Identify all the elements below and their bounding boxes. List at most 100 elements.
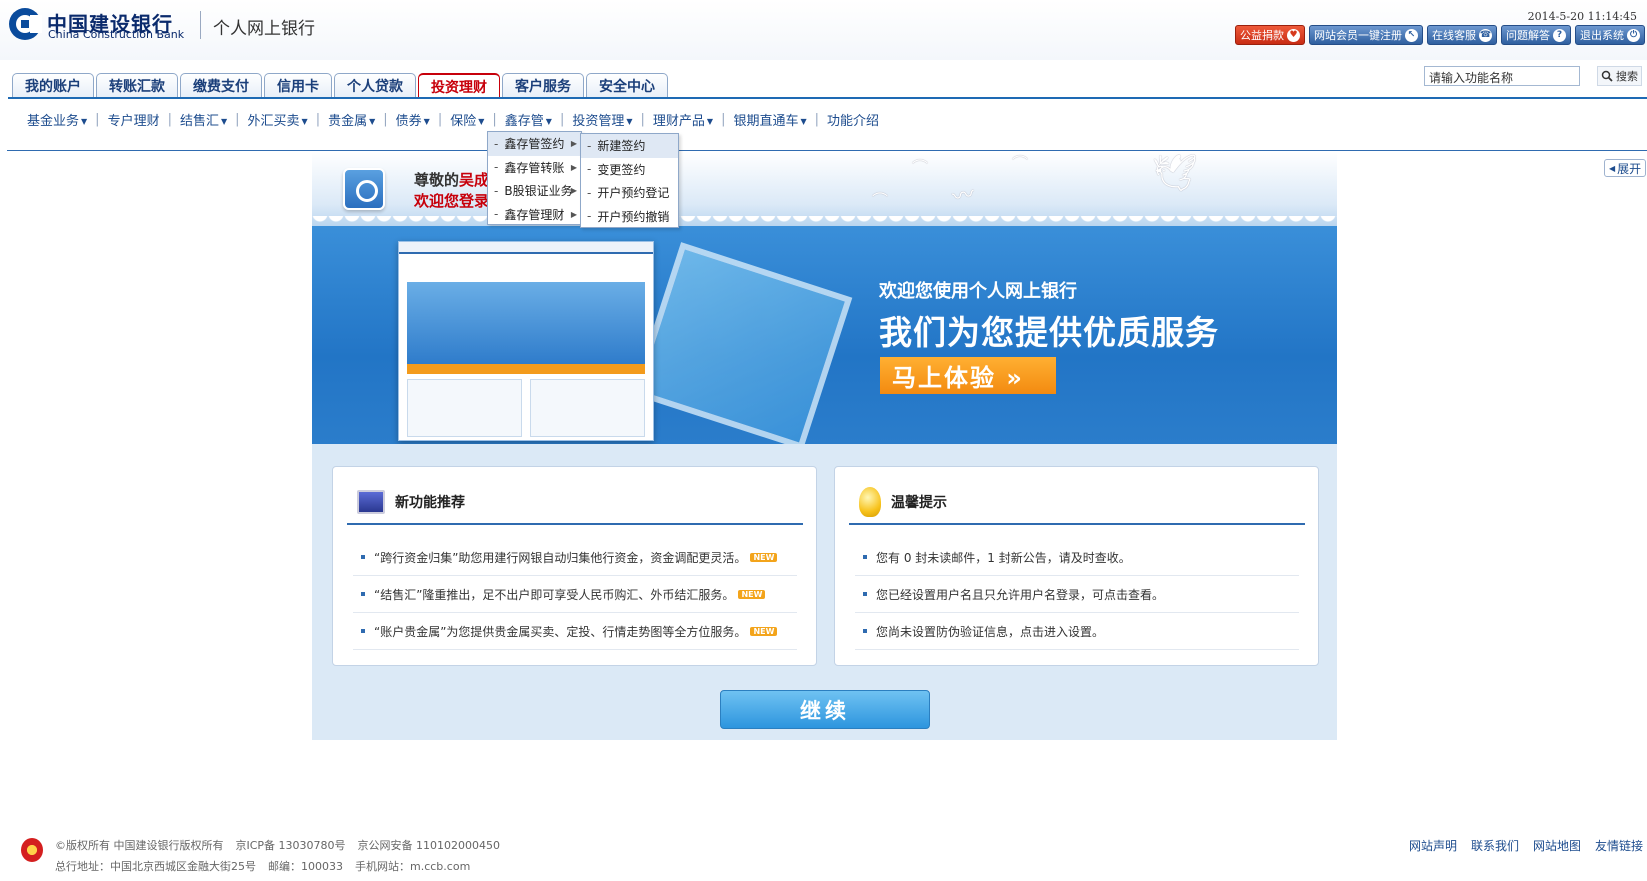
seagull-icon: 〰: [950, 182, 977, 211]
menu-item-b-share[interactable]: - B股银证业务 ▶: [488, 179, 581, 203]
footer-link-friends[interactable]: 友情链接: [1595, 837, 1643, 854]
list-item[interactable]: “账户贵金属”为您提供贵金属买卖、定投、行情走势图等全方位服务。 NEW: [353, 613, 797, 650]
bank-name-en: China Construction Bank: [48, 28, 185, 41]
subnav-fund[interactable]: 基金业务 ▼: [27, 110, 95, 129]
function-search-input[interactable]: 请输入功能名称: [1424, 66, 1580, 86]
cursor-icon: ↖: [1405, 28, 1418, 42]
menu-item-appointment-register[interactable]: - 开户预约登记: [581, 181, 678, 205]
new-badge: NEW: [738, 589, 766, 599]
expand-button[interactable]: ◀ 展开: [1604, 159, 1647, 177]
new-badge: NEW: [750, 626, 778, 636]
continue-button[interactable]: 继续: [720, 690, 930, 729]
subnav-insurance[interactable]: 保险 ▼: [450, 110, 492, 129]
footer-copyright: ©版权所有 中国建设银行版权所有 京ICP备 13030780号 京公网安备 110…: [55, 839, 501, 852]
footer-address: 总行地址：中国北京西城区金融大街25号 邮编：100033 手机网站：m.ccb.c…: [55, 860, 471, 873]
tab-personal-loan[interactable]: 个人贷款: [334, 73, 416, 98]
list-item[interactable]: “结售汇”隆重推出，足不出户即可享受人民币购汇、外币结汇服务。 NEW: [353, 576, 797, 613]
expand-label: 展开: [1617, 161, 1642, 176]
subnav-fx-settlement[interactable]: 结售汇 ▼: [180, 110, 235, 129]
list-item[interactable]: 您尚未设置防伪验证信息，点击进入设置。: [855, 613, 1299, 650]
tab-investment[interactable]: 投资理财: [418, 73, 500, 98]
chevron-left-icon: ◀: [1609, 163, 1616, 173]
try-now-button[interactable]: 马上体验 »: [880, 357, 1056, 394]
menu-item-change-signing[interactable]: - 变更签约: [581, 158, 678, 182]
tab-payment[interactable]: 缴费支付: [180, 73, 262, 98]
new-features-list: “跨行资金归集”助您用建行网银自动归集他行资金，资金调配更灵活。 NEW “结售汇…: [353, 539, 797, 650]
list-item[interactable]: 您有 0 封未读邮件，1 封新公告，请及时查收。: [855, 539, 1299, 576]
top-link-label: 问题解答: [1506, 29, 1550, 42]
menu-item-new-signing[interactable]: - 新建签约: [581, 134, 678, 158]
top-link-label: 在线客服: [1432, 29, 1476, 42]
faq-button[interactable]: 问题解答 ?: [1501, 25, 1571, 45]
subnav-futures-express[interactable]: 银期直通车 ▼: [733, 110, 814, 129]
main-tabs: 我的账户 转账汇款 缴费支付 信用卡 个人贷款 投资理财 客户服务 安全中心: [12, 73, 668, 98]
menu-item-signing[interactable]: - 鑫存管签约 ▶: [488, 132, 581, 156]
footer-link-contact[interactable]: 联系我们: [1471, 837, 1519, 854]
power-icon: ⏻: [1627, 28, 1640, 42]
card-title: 温馨提示: [891, 495, 947, 511]
chevron-right-icon: ▶: [570, 139, 577, 149]
tab-transfer[interactable]: 转账汇款: [96, 73, 178, 98]
online-service-button[interactable]: 在线客服 ☎: [1427, 25, 1497, 45]
promo-banner[interactable]: 欢迎您使用个人网上银行 我们为您提供优质服务 马上体验 »: [312, 226, 1337, 444]
search-icon: [1601, 70, 1613, 82]
list-item[interactable]: “跨行资金归集”助您用建行网银自动归集他行资金，资金调配更灵活。 NEW: [353, 539, 797, 576]
subnav-xincunguan[interactable]: 鑫存管 ▼: [505, 110, 560, 129]
card-header: 温馨提示: [849, 481, 1305, 525]
footer-link-sitemap[interactable]: 网站地图: [1533, 837, 1581, 854]
tab-my-account[interactable]: 我的账户: [12, 73, 94, 98]
search-button-label: 搜索: [1616, 70, 1638, 83]
question-icon: ?: [1553, 28, 1566, 42]
tips-card: 温馨提示 您有 0 封未读邮件，1 封新公告，请及时查收。 您已经设置用户名且只…: [834, 466, 1319, 666]
subnav-bonds[interactable]: 债券 ▼: [396, 110, 438, 129]
monitor-icon: [357, 490, 385, 514]
top-link-label: 网站会员一键注册: [1314, 29, 1402, 42]
bank-card-icon: [343, 168, 385, 210]
site-subtitle: 个人网上银行: [213, 19, 315, 39]
banner-welcome-text: 欢迎您使用个人网上银行: [879, 281, 1077, 302]
subnav-precious-metal[interactable]: 贵金属 ▼: [328, 110, 383, 129]
seagull-icon: ⌒: [912, 158, 929, 177]
menu-item-transfer[interactable]: - 鑫存管转账 ▶: [488, 156, 581, 180]
greeting-line1: 尊敬的吴成: [414, 171, 490, 189]
seagull-icon: 🕊: [1152, 153, 1198, 194]
member-register-button[interactable]: 网站会员一键注册 ↖: [1309, 25, 1423, 45]
ccb-logo-icon: [9, 8, 42, 40]
logout-button[interactable]: 退出系统 ⏻: [1575, 25, 1645, 45]
top-link-label: 公益捐款: [1240, 29, 1284, 42]
subnav-wealth-products[interactable]: 理财产品 ▼: [653, 110, 721, 129]
card-title: 新功能推荐: [395, 495, 465, 511]
card-header: 新功能推荐: [347, 481, 803, 525]
menu-item-finance[interactable]: - 鑫存管理财 ▶: [488, 203, 581, 227]
tab-security-center[interactable]: 安全中心: [586, 73, 668, 98]
top-link-label: 退出系统: [1580, 29, 1624, 42]
new-features-card: 新功能推荐 “跨行资金归集”助您用建行网银自动归集他行资金，资金调配更灵活。 NE…: [332, 466, 817, 666]
banner-headline: 我们为您提供优质服务: [879, 313, 1219, 352]
headset-icon: ☎: [1479, 28, 1492, 42]
tab-customer-service[interactable]: 客户服务: [502, 73, 584, 98]
chevron-right-icon: ▶: [570, 209, 577, 219]
police-emblem-icon: [21, 838, 43, 862]
subnav-fx-trading[interactable]: 外汇买卖 ▼: [248, 110, 316, 129]
charity-donation-button[interactable]: 公益捐款 ♥: [1235, 25, 1305, 45]
subnav-underline: [7, 150, 1647, 151]
new-badge: NEW: [750, 552, 778, 562]
top-links: 公益捐款 ♥ 网站会员一键注册 ↖ 在线客服 ☎ 问题解答 ? 退出系统 ⏻: [1235, 25, 1645, 45]
subnav-function-intro[interactable]: 功能介绍: [827, 110, 887, 129]
tips-list: 您有 0 封未读邮件，1 封新公告，请及时查收。 您已经设置用户名且只允许用户名…: [855, 539, 1299, 650]
subnav-dedicated-finance[interactable]: 专户理财: [108, 110, 168, 129]
list-item[interactable]: 您已经设置用户名且只允许用户名登录，可点击查看。: [855, 576, 1299, 613]
tab-credit-card[interactable]: 信用卡: [264, 73, 332, 98]
subnav-investment-mgmt[interactable]: 投资管理 ▼: [572, 110, 640, 129]
tabs-underline: [8, 97, 1647, 99]
signing-submenu: - 新建签约 - 变更签约 - 开户预约登记 - 开户预约撤销: [580, 133, 679, 228]
heart-icon: ♥: [1287, 28, 1300, 42]
decorative-photo: [631, 242, 853, 444]
header-divider: [200, 11, 201, 39]
menu-item-appointment-cancel[interactable]: - 开户预约撤销: [581, 205, 678, 229]
search-button[interactable]: 搜索: [1597, 66, 1642, 86]
footer-link-statement[interactable]: 网站声明: [1409, 837, 1457, 854]
datetime: 2014-5-20 11:14:45: [1527, 10, 1637, 23]
lightbulb-icon: [859, 487, 881, 517]
wave-divider: [312, 216, 1337, 230]
